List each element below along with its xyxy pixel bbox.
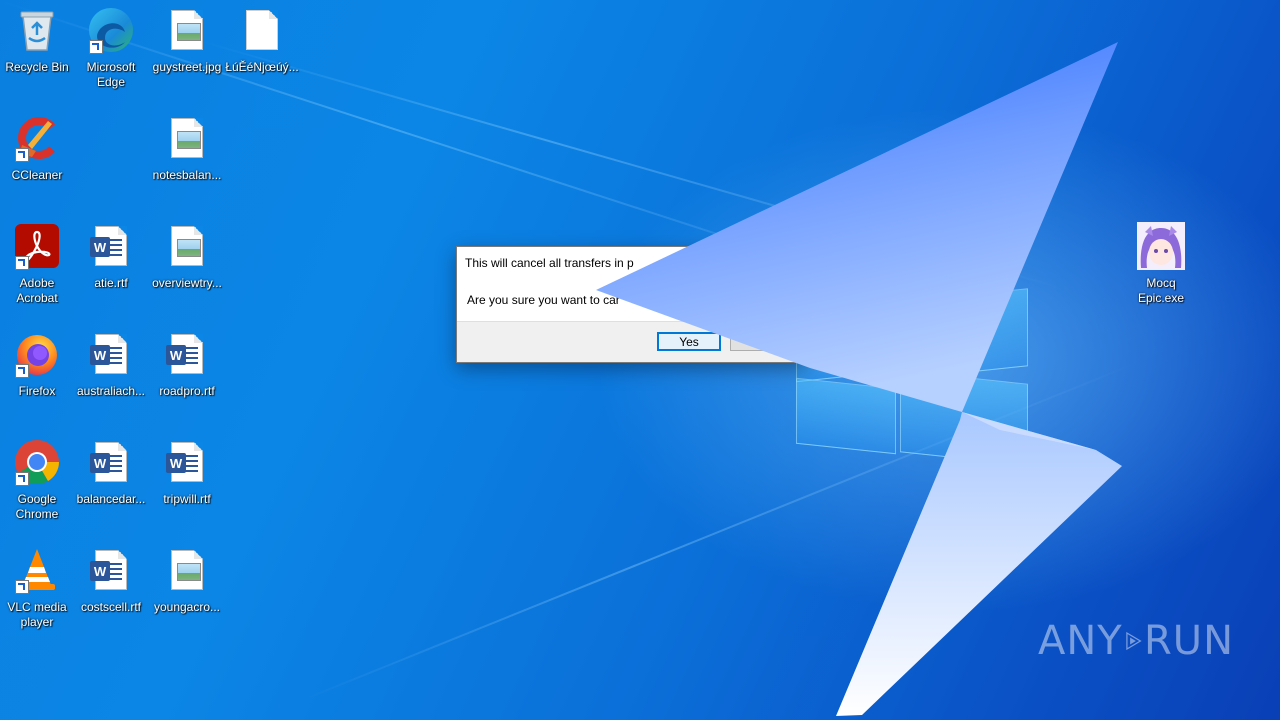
- desktop-icon-notesbalan[interactable]: notesbalan...: [150, 114, 224, 210]
- word-badge: W: [90, 237, 110, 257]
- icon-label: Adobe Acrobat: [16, 276, 58, 305]
- icon-label: Google Chrome: [15, 492, 59, 521]
- dialog-button-bar: Yes N: [457, 321, 807, 362]
- desktop-icon-tripwill[interactable]: W tripwill.rtf: [150, 438, 224, 534]
- windows-logo-pane: [796, 377, 896, 455]
- desktop-icon-microsoft-edge[interactable]: Microsoft Edge: [74, 6, 148, 102]
- shortcut-arrow-icon: [15, 256, 29, 270]
- anime-avatar-icon: [1137, 222, 1185, 270]
- image-file-icon: [163, 114, 211, 162]
- icon-label: balancedar...: [76, 492, 146, 506]
- word-document-icon: W: [87, 222, 135, 270]
- desktop-icon-balancedar[interactable]: W balancedar...: [74, 438, 148, 534]
- icon-label: VLC media player: [7, 600, 67, 629]
- shortcut-arrow-icon: [15, 364, 29, 378]
- word-badge: W: [166, 453, 186, 473]
- watermark-text-left: ANY: [1038, 618, 1123, 664]
- icon-label: Microsoft Edge: [86, 60, 136, 89]
- play-triangle-icon: [1125, 631, 1142, 651]
- icon-label: tripwill.rtf: [163, 492, 211, 506]
- desktop-icon-google-chrome[interactable]: Google Chrome: [0, 438, 74, 534]
- icon-label: atie.rtf: [94, 276, 128, 290]
- ccleaner-icon: [13, 114, 61, 162]
- desktop-icon-youngacro[interactable]: youngacro...: [150, 546, 224, 642]
- windows-logo: [796, 265, 1028, 466]
- word-document-icon: W: [87, 546, 135, 594]
- shortcut-arrow-icon: [15, 580, 29, 594]
- edge-icon: [87, 6, 135, 54]
- desktop-icon-recycle-bin[interactable]: Recycle Bin: [0, 6, 74, 102]
- word-badge: W: [90, 345, 110, 365]
- blank-file-icon: [238, 6, 286, 54]
- icon-label: roadpro.rtf: [159, 384, 215, 398]
- acrobat-icon: [13, 222, 61, 270]
- desktop-icon-australiach[interactable]: W australiach...: [74, 330, 148, 426]
- windows-logo-pane: [900, 370, 1028, 466]
- dialog-message-line1: This will cancel all transfers in p: [465, 256, 634, 270]
- icon-label: guystreet.jpg: [152, 60, 222, 74]
- word-badge: W: [90, 453, 110, 473]
- recycle-bin-icon: [13, 6, 61, 54]
- icon-label: CCleaner: [11, 168, 63, 182]
- icon-label: Recycle Bin: [5, 60, 69, 74]
- vlc-icon: [13, 546, 61, 594]
- windows-logo-pane: [796, 299, 896, 383]
- shortcut-arrow-icon: [15, 472, 29, 486]
- desktop[interactable]: Recycle Bin CCleaner Adobe Acrobat Firef…: [0, 0, 1280, 720]
- word-document-icon: W: [163, 330, 211, 378]
- icon-label: Mocq Epic.exe: [1137, 276, 1185, 305]
- watermark-text-right: RUN: [1144, 618, 1234, 664]
- word-badge: W: [166, 345, 186, 365]
- anyrun-watermark: ANY RUN: [1038, 606, 1234, 676]
- desktop-icon-vlc[interactable]: VLC media player: [0, 546, 74, 642]
- yes-button[interactable]: Yes: [657, 332, 721, 351]
- word-document-icon: W: [87, 330, 135, 378]
- word-document-icon: W: [163, 438, 211, 486]
- icon-label: costscell.rtf: [80, 600, 141, 614]
- desktop-icon-costscell[interactable]: W costscell.rtf: [74, 546, 148, 642]
- icon-label: australiach...: [76, 384, 146, 398]
- image-file-icon: [163, 546, 211, 594]
- dialog-message-line2: Are you sure you want to car: [467, 293, 620, 307]
- desktop-icon-atie[interactable]: W atie.rtf: [74, 222, 148, 318]
- icon-label: youngacro...: [153, 600, 221, 614]
- image-file-icon: [163, 6, 211, 54]
- image-file-icon: [163, 222, 211, 270]
- icon-label: overviewtry...: [152, 276, 222, 290]
- desktop-icon-unknown-file[interactable]: ŁúĚéNjœúý...: [225, 6, 299, 102]
- word-badge: W: [90, 561, 110, 581]
- confirm-dialog: This will cancel all transfers in p Are …: [456, 246, 808, 363]
- firefox-icon: [13, 330, 61, 378]
- desktop-icon-adobe-acrobat[interactable]: Adobe Acrobat: [0, 222, 74, 318]
- desktop-icon-guystreet[interactable]: guystreet.jpg: [150, 6, 224, 102]
- desktop-icon-roadpro[interactable]: W roadpro.rtf: [150, 330, 224, 426]
- icon-label: ŁúĚéNjœúý...: [225, 60, 299, 74]
- icon-label: Firefox: [18, 384, 56, 398]
- desktop-icon-overviewtry[interactable]: overviewtry...: [150, 222, 224, 318]
- icon-label: notesbalan...: [152, 168, 222, 182]
- no-button[interactable]: N: [730, 332, 794, 351]
- word-document-icon: W: [87, 438, 135, 486]
- chrome-icon: [13, 438, 61, 486]
- shortcut-arrow-icon: [15, 148, 29, 162]
- shortcut-arrow-icon: [89, 40, 103, 54]
- desktop-icon-firefox[interactable]: Firefox: [0, 330, 74, 426]
- windows-logo-pane: [900, 288, 1028, 380]
- desktop-icon-mocq-epic[interactable]: Mocq Epic.exe: [1124, 222, 1198, 318]
- desktop-icon-ccleaner[interactable]: CCleaner: [0, 114, 74, 210]
